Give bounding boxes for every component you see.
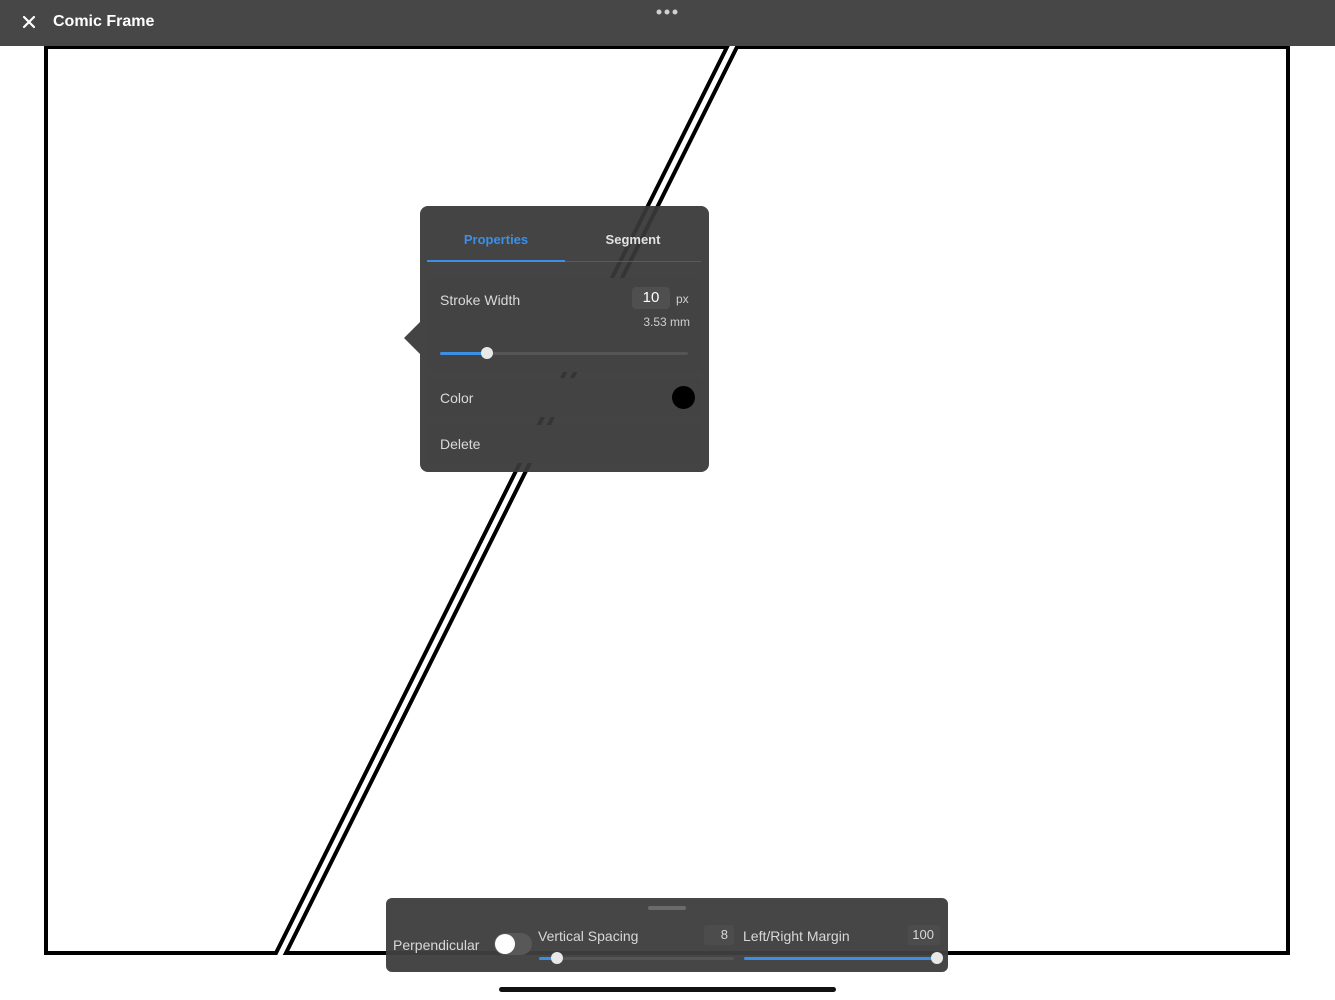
margin-slider[interactable]	[744, 952, 943, 964]
properties-popover: Properties Segment Stroke Width 10 px 3.…	[420, 206, 709, 472]
stroke-width-slider-fill	[440, 352, 488, 355]
color-label: Color	[440, 390, 474, 406]
color-swatch[interactable]	[672, 386, 695, 409]
panel-grabber[interactable]	[648, 906, 686, 910]
color-row[interactable]: Color	[427, 378, 702, 417]
left-panel-border[interactable]	[44, 45, 731, 955]
stroke-width-slider[interactable]	[440, 347, 688, 359]
gutter-settings-panel: Perpendicular Vertical Spacing 8 Left/Ri…	[386, 898, 948, 972]
close-icon[interactable]	[18, 11, 40, 33]
more-dots-icon[interactable]	[654, 6, 682, 18]
stroke-width-input[interactable]: 10	[632, 287, 670, 309]
tab-segment[interactable]: Segment	[564, 232, 702, 247]
active-tab-indicator	[427, 260, 565, 262]
stroke-width-mm: 3.53 mm	[643, 315, 690, 329]
vertical-spacing-slider-knob[interactable]	[550, 952, 563, 964]
perpendicular-toggle[interactable]	[494, 933, 532, 955]
stroke-width-section: Stroke Width 10 px 3.53 mm	[427, 278, 702, 372]
margin-label: Left/Right Margin	[743, 928, 850, 944]
tab-properties[interactable]: Properties	[427, 232, 565, 247]
top-toolbar: Comic Frame	[0, 0, 1335, 46]
vertical-spacing-slider[interactable]	[539, 952, 734, 964]
comic-frame-canvas[interactable]	[0, 0, 1335, 1000]
home-indicator	[499, 987, 836, 992]
vertical-spacing-value[interactable]: 8	[704, 925, 734, 945]
vertical-spacing-label: Vertical Spacing	[538, 928, 639, 944]
delete-label: Delete	[440, 436, 481, 452]
perpendicular-label: Perpendicular	[393, 937, 480, 953]
margin-value[interactable]: 100	[908, 925, 940, 945]
margin-slider-fill	[744, 957, 937, 960]
stroke-width-unit: px	[676, 292, 689, 306]
margin-slider-knob[interactable]	[931, 952, 943, 964]
perpendicular-toggle-knob	[495, 934, 515, 954]
stroke-width-slider-knob[interactable]	[481, 347, 494, 359]
popover-arrow	[404, 322, 420, 354]
delete-button[interactable]: Delete	[427, 425, 702, 463]
stroke-width-label: Stroke Width	[440, 292, 521, 308]
window-title: Comic Frame	[53, 13, 155, 30]
right-panel-border[interactable]	[282, 45, 1290, 955]
tab-divider	[565, 261, 701, 262]
